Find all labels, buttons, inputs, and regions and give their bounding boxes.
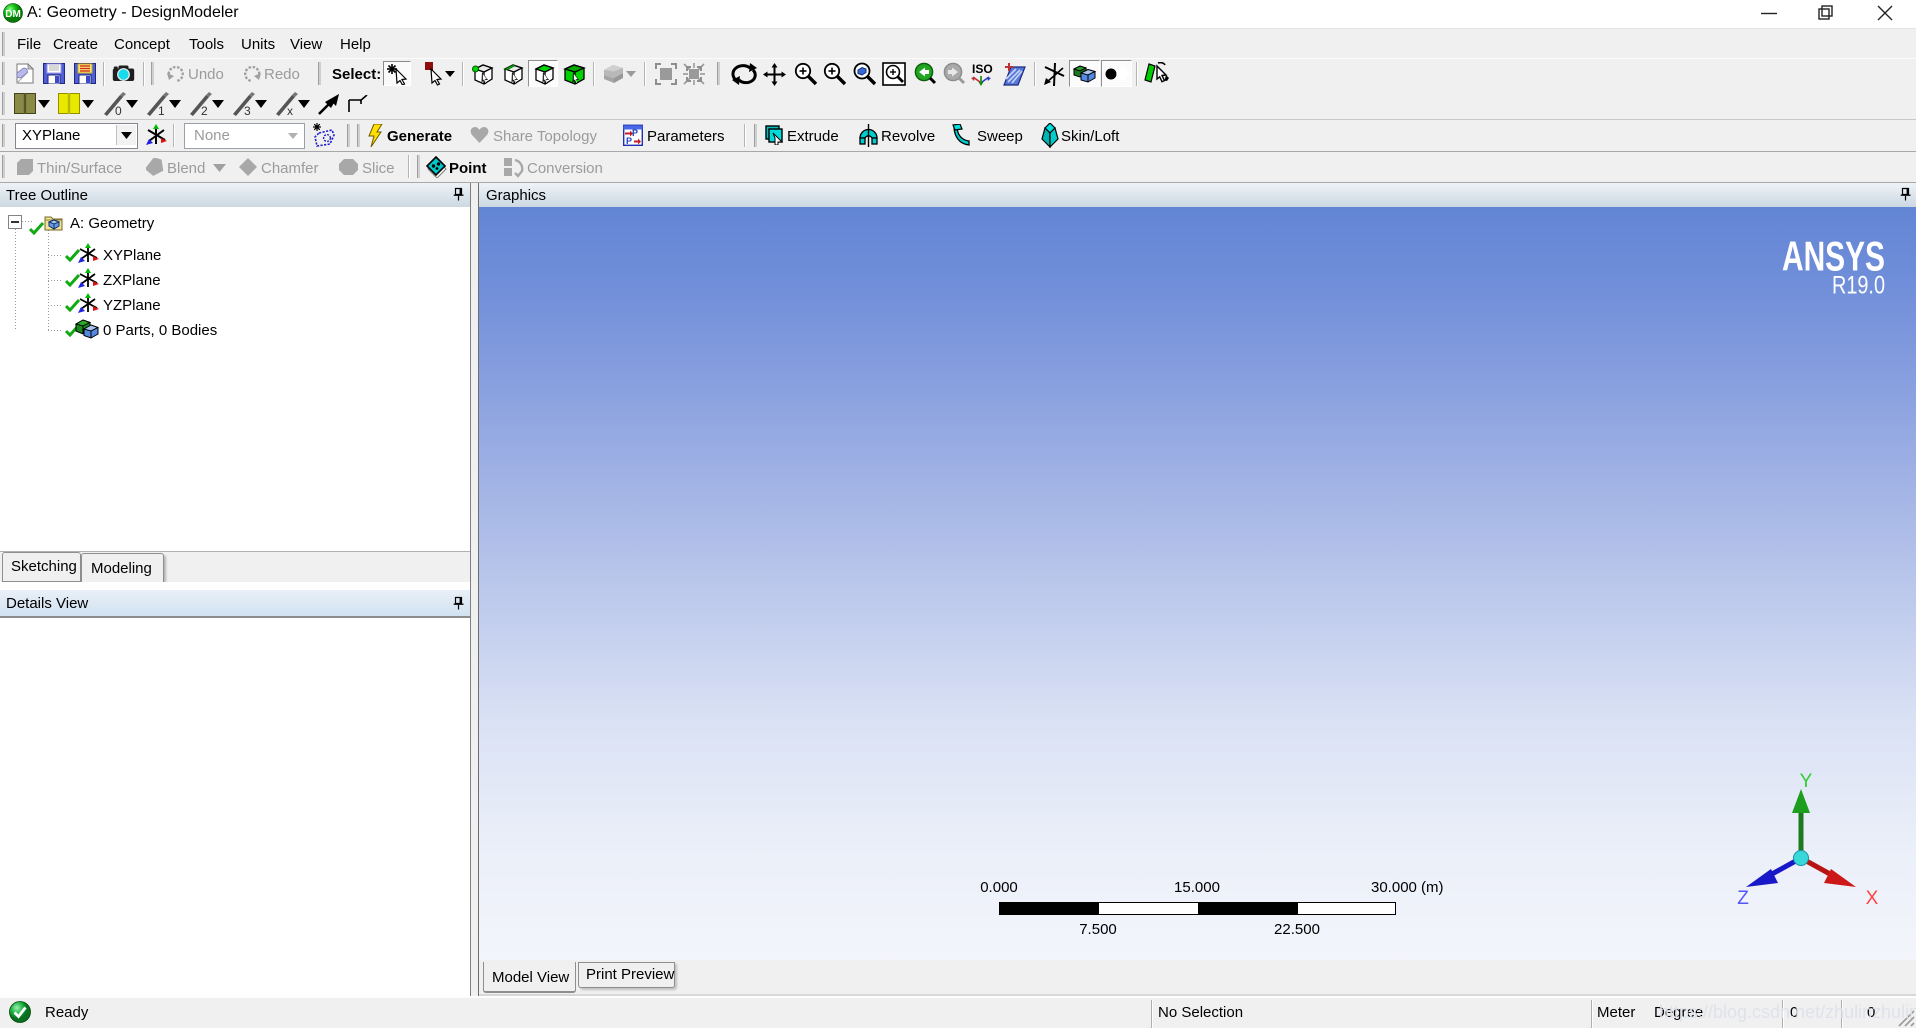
svg-text:R19.0: R19.0 bbox=[1832, 272, 1885, 300]
svg-text:Z: Z bbox=[1737, 888, 1749, 909]
svg-text:2: 2 bbox=[201, 104, 208, 116]
svg-text:P: P bbox=[632, 128, 638, 138]
svg-text:1: 1 bbox=[158, 104, 165, 116]
svg-text:Y: Y bbox=[1800, 771, 1813, 792]
svg-text:0: 0 bbox=[115, 104, 122, 116]
svg-text:X: X bbox=[1866, 888, 1879, 909]
svg-text:3: 3 bbox=[244, 104, 251, 116]
svg-text:ISO: ISO bbox=[972, 62, 993, 76]
svg-text:P: P bbox=[626, 136, 632, 146]
svg-text:DM: DM bbox=[5, 9, 21, 20]
svg-text:x: x bbox=[287, 104, 293, 116]
